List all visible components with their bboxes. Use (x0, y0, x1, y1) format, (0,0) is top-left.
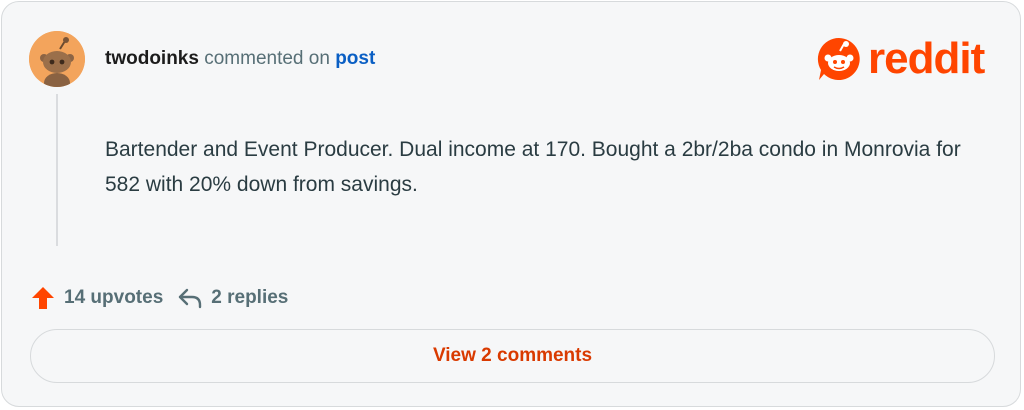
reply-arrow-icon[interactable] (177, 286, 203, 310)
upvote-arrow-icon[interactable] (31, 286, 55, 310)
reddit-logo[interactable]: reddit (816, 34, 985, 83)
post-link[interactable]: post (335, 48, 375, 69)
action-text: commented on (204, 48, 330, 69)
comment-card: twodoinks commented on post reddit Barte… (1, 1, 1021, 407)
snoo-avatar-icon (29, 31, 85, 87)
reddit-snoo-icon (817, 37, 860, 80)
username[interactable]: twodoinks (105, 48, 199, 69)
avatar[interactable] (29, 31, 85, 87)
reddit-wordmark: reddit (868, 34, 985, 83)
comment-body: Bartender and Event Producer. Dual incom… (105, 138, 961, 196)
view-comments-button[interactable]: View 2 comments (30, 329, 995, 383)
reply-count[interactable]: 2 replies (211, 287, 288, 309)
upvote-count: 14 upvotes (64, 287, 164, 308)
comment-actions: 14 upvotes 2 replies (31, 286, 288, 310)
thread-line (56, 94, 58, 246)
comment-header: twodoinks commented on post (105, 48, 375, 70)
